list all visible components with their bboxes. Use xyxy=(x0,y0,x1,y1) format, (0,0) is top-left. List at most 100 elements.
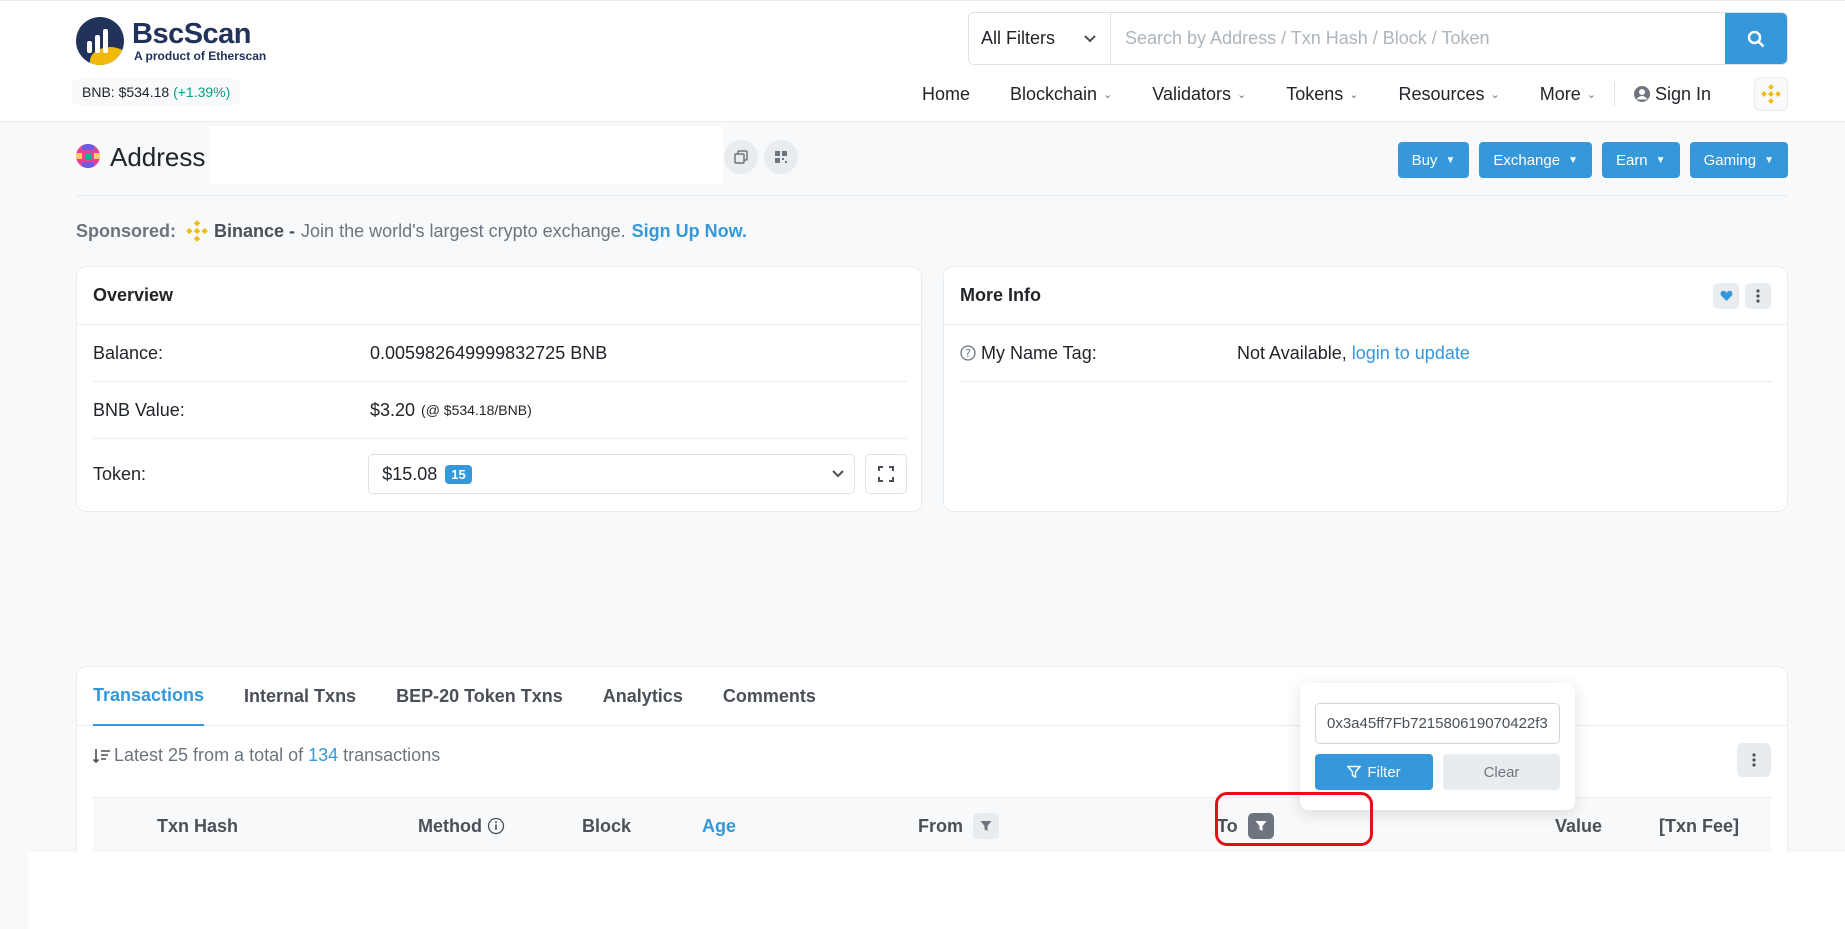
overview-card: Overview Balance: 0.005982649999832725 B… xyxy=(76,266,922,512)
annotation-highlight xyxy=(1215,792,1373,846)
heart-icon xyxy=(1720,290,1732,301)
sponsored-label: Sponsored: xyxy=(76,220,177,241)
clear-filter-label: Clear xyxy=(1483,763,1520,781)
name-tag-label-wrap: ? My Name Tag: xyxy=(960,343,1237,364)
col-age-toggle[interactable]: Age xyxy=(702,798,736,854)
more-options-button[interactable] xyxy=(1745,282,1771,309)
network-switch-button[interactable] xyxy=(1754,77,1788,111)
question-circle-icon: ? xyxy=(960,345,976,361)
nav-tokens[interactable]: Tokens ⌄ xyxy=(1286,84,1358,105)
chevron-down-icon xyxy=(1084,34,1096,42)
col-from-label: From xyxy=(918,815,963,836)
tab-bep20-token-txns[interactable]: BEP-20 Token Txns xyxy=(396,667,563,726)
search-filter-value: All Filters xyxy=(981,28,1056,48)
tab-transactions[interactable]: Transactions xyxy=(93,667,205,726)
nav-blockchain-label: Blockchain xyxy=(1010,83,1098,104)
buy-button[interactable]: Buy ▼ xyxy=(1397,142,1470,178)
overview-title: Overview xyxy=(93,285,174,305)
tab-analytics[interactable]: Analytics xyxy=(603,667,683,726)
apply-filter-button[interactable]: Filter xyxy=(1315,754,1433,790)
name-tag-row: ? My Name Tag: Not Available, login to u… xyxy=(960,325,1773,382)
filter-icon xyxy=(980,821,992,831)
earn-button[interactable]: Earn ▼ xyxy=(1601,142,1680,178)
gaming-label: Gaming xyxy=(1703,151,1757,169)
to-filter-popover: Filter Clear xyxy=(1300,683,1575,810)
buy-label: Buy xyxy=(1411,151,1438,169)
exchange-label: Exchange xyxy=(1493,151,1561,169)
vertical-dots-icon xyxy=(1756,288,1760,303)
to-address-filter-input[interactable] xyxy=(1315,703,1560,744)
search-input[interactable] xyxy=(1111,13,1725,64)
col-txn-hash: Txn Hash xyxy=(157,815,239,836)
user-circle-icon xyxy=(1633,86,1650,102)
qr-code-icon xyxy=(775,151,787,163)
token-count-badge: 15 xyxy=(445,464,472,484)
search-bar: All Filters xyxy=(968,12,1788,65)
token-value: $15.08 xyxy=(382,463,438,484)
gaming-button[interactable]: Gaming ▼ xyxy=(1689,142,1788,178)
exchange-buttons: Buy ▼ Exchange ▼ Earn ▼ Gaming ▼ xyxy=(1388,142,1788,178)
chevron-down-icon: ▼ xyxy=(1655,154,1666,166)
vertical-dots-icon xyxy=(1752,753,1756,767)
name-tag-label: My Name Tag: xyxy=(981,342,1097,363)
copy-address-button[interactable] xyxy=(724,140,758,174)
col-block: Block xyxy=(582,815,632,836)
bscscan-logo-icon xyxy=(76,17,124,65)
login-to-update-link[interactable]: login to update xyxy=(1352,343,1470,364)
nav-home[interactable]: Home xyxy=(922,84,970,105)
svg-text:?: ? xyxy=(965,347,971,360)
col-from: From xyxy=(918,798,999,854)
tab-comments[interactable]: Comments xyxy=(723,667,816,726)
col-method-label: Method xyxy=(418,815,482,836)
address-avatar-icon xyxy=(76,144,100,168)
favorite-button[interactable] xyxy=(1713,282,1739,309)
clear-filter-button[interactable]: Clear xyxy=(1443,754,1560,790)
address-hash-redacted xyxy=(210,126,723,184)
nav-validators-label: Validators xyxy=(1152,83,1231,104)
token-holdings-dropdown[interactable]: $15.08 15 xyxy=(368,454,856,494)
expand-icon xyxy=(878,466,895,482)
table-options-button[interactable] xyxy=(1737,743,1771,777)
balance-row: Balance: 0.005982649999832725 BNB xyxy=(93,325,907,382)
chevron-down-icon: ⌄ xyxy=(1103,88,1113,101)
tab-internal-txns[interactable]: Internal Txns xyxy=(244,667,356,726)
address-label: Address xyxy=(110,142,206,172)
bnb-logo-icon xyxy=(1761,84,1781,104)
from-filter-button[interactable] xyxy=(973,813,999,839)
balance-label: Balance: xyxy=(93,342,164,363)
nav-resources-label: Resources xyxy=(1398,83,1485,104)
sign-in-label: Sign In xyxy=(1654,83,1712,104)
sponsored-banner: Sponsored: Binance - Join the world's la… xyxy=(76,220,747,242)
nav-resources[interactable]: Resources ⌄ xyxy=(1398,84,1499,105)
nav-blockchain[interactable]: Blockchain ⌄ xyxy=(1010,84,1112,105)
info-circle-icon[interactable] xyxy=(487,817,505,835)
bnb-price[interactable]: BNB: $534.18 (+1.39%) xyxy=(72,79,241,105)
search-filter-select[interactable]: All Filters xyxy=(969,13,1111,64)
address-title-row: Address Buy ▼ Exchange ▼ Earn ▼ Gaming ▼ xyxy=(76,126,1788,196)
qr-code-button[interactable] xyxy=(764,140,798,174)
bnb-price-label: BNB: $534.18 xyxy=(82,84,170,100)
summary-count-link[interactable]: 134 xyxy=(308,745,338,766)
exchange-button[interactable]: Exchange ▼ xyxy=(1479,142,1592,178)
nav-more[interactable]: More ⌄ xyxy=(1540,84,1596,105)
bnb-value: $3.20 xyxy=(370,399,416,420)
chevron-down-icon: ▼ xyxy=(1568,154,1578,166)
col-txn-fee[interactable]: [Txn Fee] xyxy=(1659,798,1739,854)
sponsor-signup-link[interactable]: Sign Up Now. xyxy=(632,221,747,242)
nav-tokens-label: Tokens xyxy=(1286,83,1344,104)
sign-in-link[interactable]: Sign In xyxy=(1633,84,1711,105)
more-info-card: More Info ? My Name Tag: Not Available, … xyxy=(943,266,1788,512)
nav-validators[interactable]: Validators ⌄ xyxy=(1152,84,1246,105)
nav-home-label: Home xyxy=(922,83,971,104)
chevron-down-icon: ⌄ xyxy=(1490,88,1500,101)
chevron-down-icon xyxy=(832,470,844,478)
search-button[interactable] xyxy=(1725,13,1787,64)
chevron-down-icon: ⌄ xyxy=(1349,88,1359,101)
chevron-down-icon: ⌄ xyxy=(1586,88,1596,101)
sort-icon xyxy=(93,748,110,763)
token-expand-button[interactable] xyxy=(865,454,908,494)
bscscan-logo[interactable]: BscScan A product of Etherscan xyxy=(76,17,266,65)
nav-more-label: More xyxy=(1539,83,1581,104)
bnb-value-label: BNB Value: xyxy=(93,399,185,420)
chevron-down-icon: ⌄ xyxy=(1237,88,1247,101)
